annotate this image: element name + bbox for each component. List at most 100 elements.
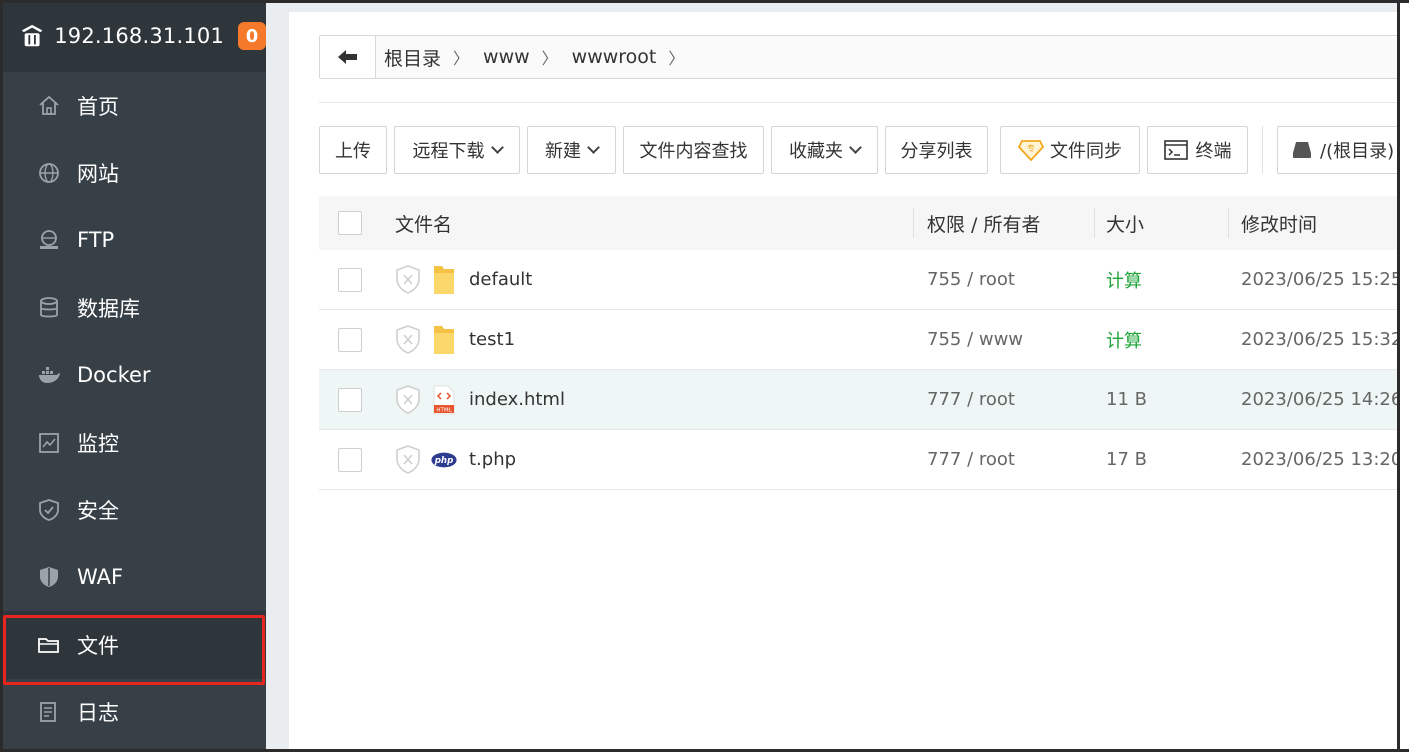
modified-time-cell: 2023/06/25 14:26:3 <box>1241 389 1409 410</box>
breadcrumb-label: wwwroot <box>571 46 657 68</box>
sidebar-item-docker[interactable]: Docker <box>0 342 266 409</box>
breadcrumb-root[interactable]: 根目录〉 <box>384 44 475 71</box>
size-calc-link[interactable]: 计算 <box>1106 327 1142 353</box>
table-row[interactable]: test1 755 / www 计算 2023/06/25 15:32:5 <box>319 310 1409 370</box>
notification-badge[interactable]: 0 <box>238 22 266 50</box>
protection-shield-icon[interactable] <box>395 384 421 415</box>
file-name-cell: test1 <box>395 324 515 356</box>
folder-icon <box>431 264 457 296</box>
sidebar-item-label: 监控 <box>77 431 119 456</box>
arrow-left-icon <box>337 50 357 64</box>
breadcrumb-wwwroot[interactable]: wwwroot 〉 <box>572 45 691 69</box>
modified-time-cell: 2023/06/25 13:20:4 <box>1241 449 1409 470</box>
protection-shield-icon[interactable] <box>395 444 421 475</box>
sidebar-item-home[interactable]: 首页 <box>0 72 266 139</box>
share-list-button[interactable]: 分享列表 <box>885 126 988 174</box>
content-search-button[interactable]: 文件内容查找 <box>623 126 764 174</box>
column-permission[interactable]: 权限 / 所有者 <box>927 210 1040 237</box>
waf-icon <box>37 565 61 589</box>
disk-selector[interactable]: /(根目录) (2 <box>1277 126 1409 174</box>
folder-icon <box>37 633 61 657</box>
column-divider <box>1094 208 1095 238</box>
permission-cell[interactable]: 777 / root <box>927 389 1015 410</box>
database-icon <box>37 296 61 320</box>
column-divider <box>913 208 914 238</box>
disk-icon <box>1293 142 1311 158</box>
svg-text:专: 专 <box>1027 143 1035 153</box>
file-name[interactable]: t.php <box>469 449 516 470</box>
sidebar-item-website[interactable]: 网站 <box>0 139 266 206</box>
terminal-icon <box>1163 140 1188 160</box>
table-row[interactable]: php t.php 777 / root 17 B 2023/06/25 13:… <box>319 430 1409 490</box>
sidebar-item-label: FTP <box>77 228 115 253</box>
docker-icon <box>37 363 61 387</box>
file-manager: 根目录〉 www 〉 wwwroot 〉 上传 远程下载 新建 文件内容查找 收藏夹… <box>289 12 1409 752</box>
sidebar-item-label: 网站 <box>77 162 119 187</box>
modified-time-cell: 2023/06/25 15:32:5 <box>1241 329 1409 350</box>
file-name[interactable]: index.html <box>469 389 565 410</box>
monitor-icon <box>37 431 61 455</box>
row-checkbox[interactable] <box>338 447 362 472</box>
diamond-icon: 专 <box>1018 140 1044 161</box>
size-cell: 11 B <box>1106 389 1147 410</box>
back-button[interactable] <box>320 36 376 78</box>
permission-cell[interactable]: 777 / root <box>927 449 1015 470</box>
row-checkbox[interactable] <box>338 267 362 292</box>
sidebar-nav: 首页 网站 FTP 数据库 Docker 监控 安全 WAF 文件 日志 <box>0 72 266 746</box>
new-button[interactable]: 新建 <box>527 126 616 174</box>
permission-cell[interactable]: 755 / www <box>927 329 1023 350</box>
file-name[interactable]: test1 <box>469 329 515 350</box>
size-cell: 17 B <box>1106 449 1147 470</box>
html-file-icon: HTML <box>431 384 457 416</box>
divider <box>319 102 1409 103</box>
server-host: 192.168.31.101 <box>54 24 225 48</box>
shield-check-icon <box>37 498 61 522</box>
column-size[interactable]: 大小 <box>1106 210 1144 237</box>
row-checkbox[interactable] <box>338 327 362 352</box>
sidebar-item-label: 文件 <box>77 633 119 658</box>
table-row[interactable]: HTML index.html 777 / root 11 B 2023/06/… <box>319 370 1409 430</box>
protection-shield-icon[interactable] <box>395 324 421 355</box>
table-row[interactable]: default 755 / root 计算 2023/06/25 15:25:4 <box>319 250 1409 310</box>
sidebar-item-database[interactable]: 数据库 <box>0 274 266 341</box>
file-name-cell: HTML index.html <box>395 384 565 416</box>
size-calc-link[interactable]: 计算 <box>1106 267 1142 293</box>
sidebar-item-files[interactable]: 文件 <box>0 611 266 686</box>
sidebar-item-label: WAF <box>77 565 124 590</box>
php-file-icon: php <box>431 444 457 476</box>
sidebar-item-label: 首页 <box>77 94 119 119</box>
sidebar-item-monitor[interactable]: 监控 <box>0 409 266 476</box>
column-divider <box>1228 208 1229 238</box>
column-modified[interactable]: 修改时间 <box>1241 210 1317 237</box>
sidebar-item-waf[interactable]: WAF <box>0 544 266 611</box>
globe-icon <box>37 161 61 185</box>
upload-label: 上传 <box>335 141 371 162</box>
modified-time-cell: 2023/06/25 15:25:4 <box>1241 269 1409 290</box>
row-checkbox[interactable] <box>338 387 362 412</box>
terminal-label: 终端 <box>1195 141 1232 162</box>
folder-icon <box>431 324 457 356</box>
sidebar-item-ftp[interactable]: FTP <box>0 207 266 274</box>
log-icon <box>37 700 61 724</box>
sidebar: 192.168.31.101 0 首页 网站 FTP 数据库 Docker 监控 <box>0 0 266 752</box>
chevron-right-icon: 〉 <box>668 49 685 68</box>
file-name-cell: php t.php <box>395 444 516 476</box>
sidebar-item-security[interactable]: 安全 <box>0 476 266 543</box>
select-all-checkbox[interactable] <box>338 211 362 235</box>
file-name[interactable]: default <box>469 269 532 290</box>
chevron-right-icon: 〉 <box>453 49 470 68</box>
column-name[interactable]: 文件名 <box>395 210 452 237</box>
file-sync-button[interactable]: 专 文件同步 <box>1000 126 1140 174</box>
upload-button[interactable]: 上传 <box>319 126 387 174</box>
sidebar-item-logs[interactable]: 日志 <box>0 679 266 746</box>
remote-download-label: 远程下载 <box>412 141 485 162</box>
breadcrumb-www[interactable]: www 〉 <box>483 45 564 69</box>
permission-cell[interactable]: 755 / root <box>927 269 1015 290</box>
sidebar-item-label: 安全 <box>77 499 119 524</box>
protection-shield-icon[interactable] <box>395 264 421 295</box>
file-table: 文件名 权限 / 所有者 大小 修改时间 default 755 / root … <box>319 196 1409 490</box>
favorites-button[interactable]: 收藏夹 <box>771 126 878 174</box>
terminal-button[interactable]: 终端 <box>1147 126 1248 174</box>
sidebar-item-label: 数据库 <box>77 296 140 321</box>
remote-download-button[interactable]: 远程下载 <box>394 126 520 174</box>
